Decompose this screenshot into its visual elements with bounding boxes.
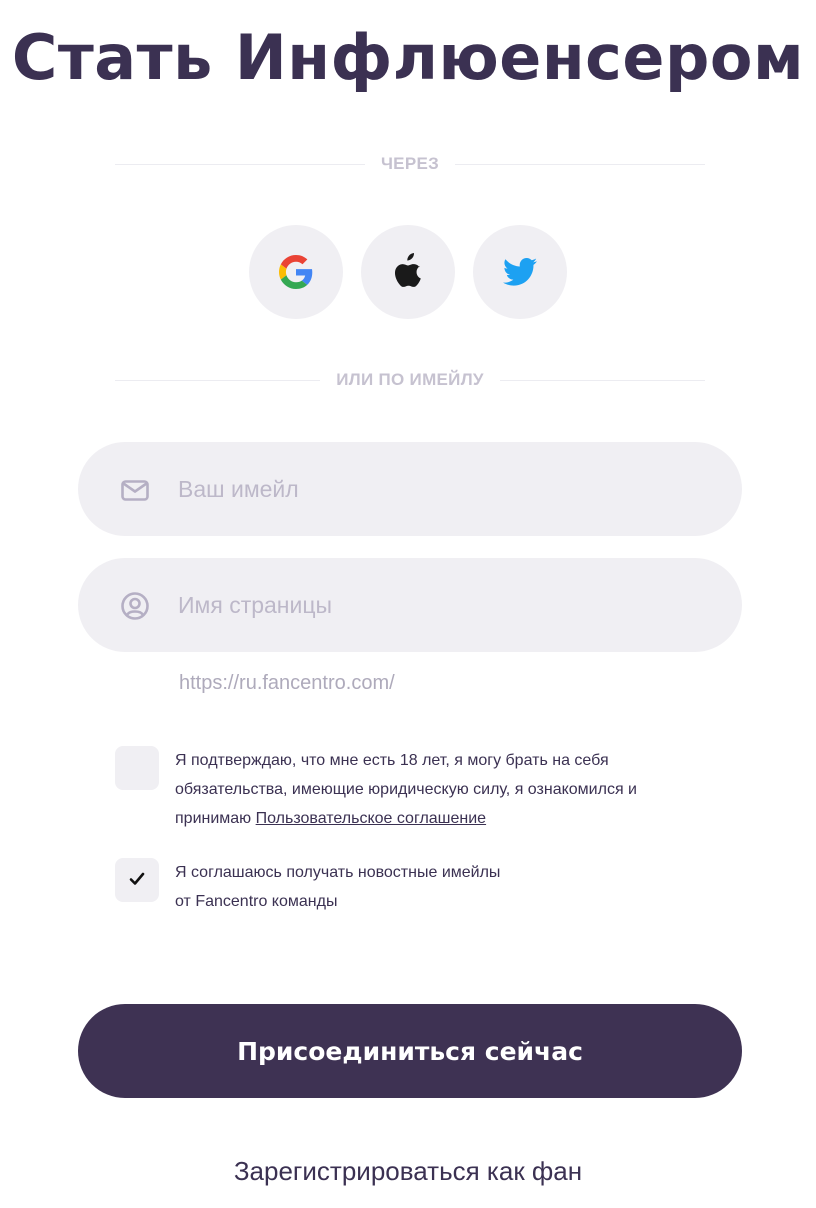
checkmark-icon: [129, 871, 145, 890]
twitter-icon: [503, 257, 537, 287]
divider-via-label: ЧЕРЕЗ: [380, 154, 440, 173]
divider-email-label: ИЛИ ПО ИМЕЙЛУ: [336, 370, 484, 389]
page-title: Стать Инфлюенсером: [11, 21, 805, 94]
divider-line: [115, 379, 321, 381]
divider-line: [499, 379, 706, 381]
register-as-fan-link[interactable]: Зарегистрироваться как фан: [0, 1156, 816, 1187]
page-name-field-container: [78, 558, 742, 652]
twitter-login-button[interactable]: [473, 225, 567, 319]
social-login-group: [0, 225, 816, 319]
divider-line: [115, 163, 365, 165]
age-agreement-line: обязательства, имеющие юридическую силу,…: [175, 781, 637, 798]
age-agreement-line: принимаю Пользовательское соглашение: [175, 804, 735, 833]
newsletter-line: Я соглашаюсь получать новостные имейлы: [175, 864, 501, 881]
divider-email: ИЛИ ПО ИМЕЙЛУ: [115, 370, 706, 390]
apple-login-button[interactable]: [361, 225, 455, 319]
age-agreement-label: Я подтверждаю, что мне есть 18 лет, я мо…: [175, 746, 735, 833]
user-agreement-link[interactable]: Пользовательское соглашение: [256, 810, 486, 827]
newsletter-checkbox[interactable]: [115, 858, 159, 902]
newsletter-label: Я соглашаюсь получать новостные имейлы о…: [175, 858, 735, 916]
age-agreement-line-prefix: принимаю: [175, 810, 252, 827]
google-icon: [279, 255, 313, 289]
age-agreement-checkbox[interactable]: [115, 746, 159, 790]
divider-line: [455, 163, 705, 165]
email-input[interactable]: [178, 442, 698, 536]
join-now-button[interactable]: Присоединиться сейчас: [78, 1004, 742, 1098]
newsletter-line: от Fancentro команды: [175, 893, 338, 910]
page-url-prefix: https://ru.fancentro.com/: [179, 672, 395, 694]
google-login-button[interactable]: [249, 225, 343, 319]
page-name-input[interactable]: [178, 558, 698, 652]
email-field-container: [78, 442, 742, 536]
mail-icon: [120, 475, 150, 505]
divider-via: ЧЕРЕЗ: [115, 154, 705, 174]
age-agreement-line: Я подтверждаю, что мне есть 18 лет, я мо…: [175, 752, 609, 769]
apple-icon: [391, 253, 425, 291]
user-circle-icon: [120, 591, 150, 621]
